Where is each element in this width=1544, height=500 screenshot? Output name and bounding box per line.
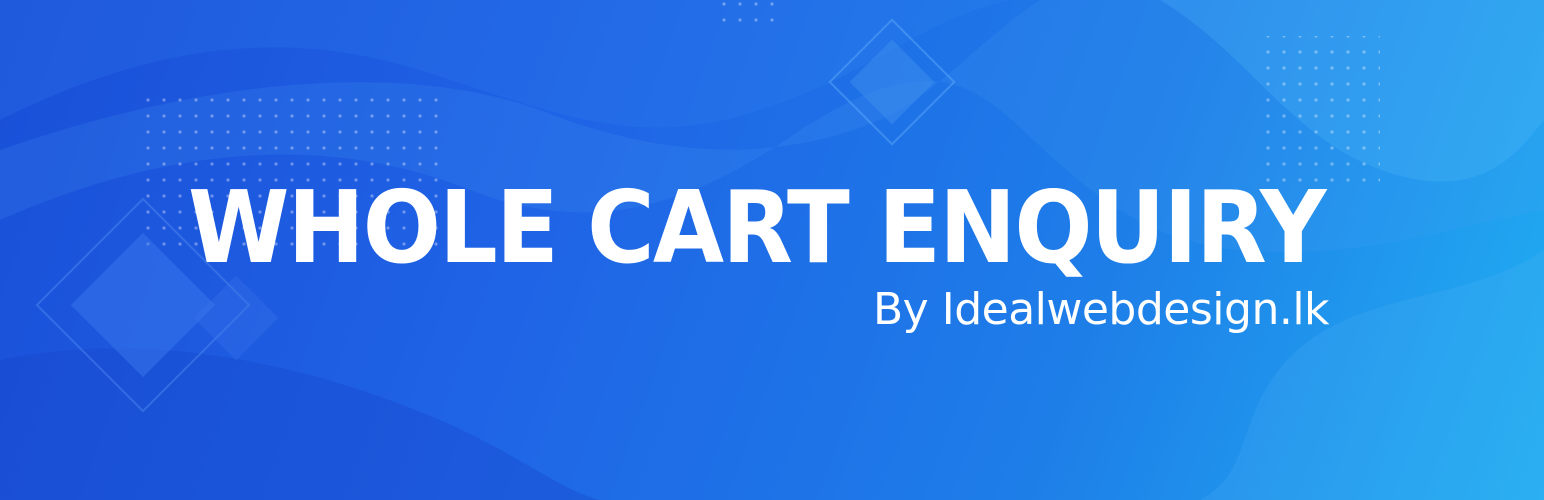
banner-title: WHOLE CART ENQUIRY	[188, 169, 1327, 286]
dot-grid-right	[1256, 36, 1380, 186]
dot-grid-top	[712, 0, 784, 32]
wave-shape-bottom-left	[0, 348, 600, 500]
banner-subtitle: By Idealwebdesign.lk	[873, 284, 1330, 335]
plugin-banner: WHOLE CART ENQUIRY By Idealwebdesign.lk	[0, 0, 1544, 500]
